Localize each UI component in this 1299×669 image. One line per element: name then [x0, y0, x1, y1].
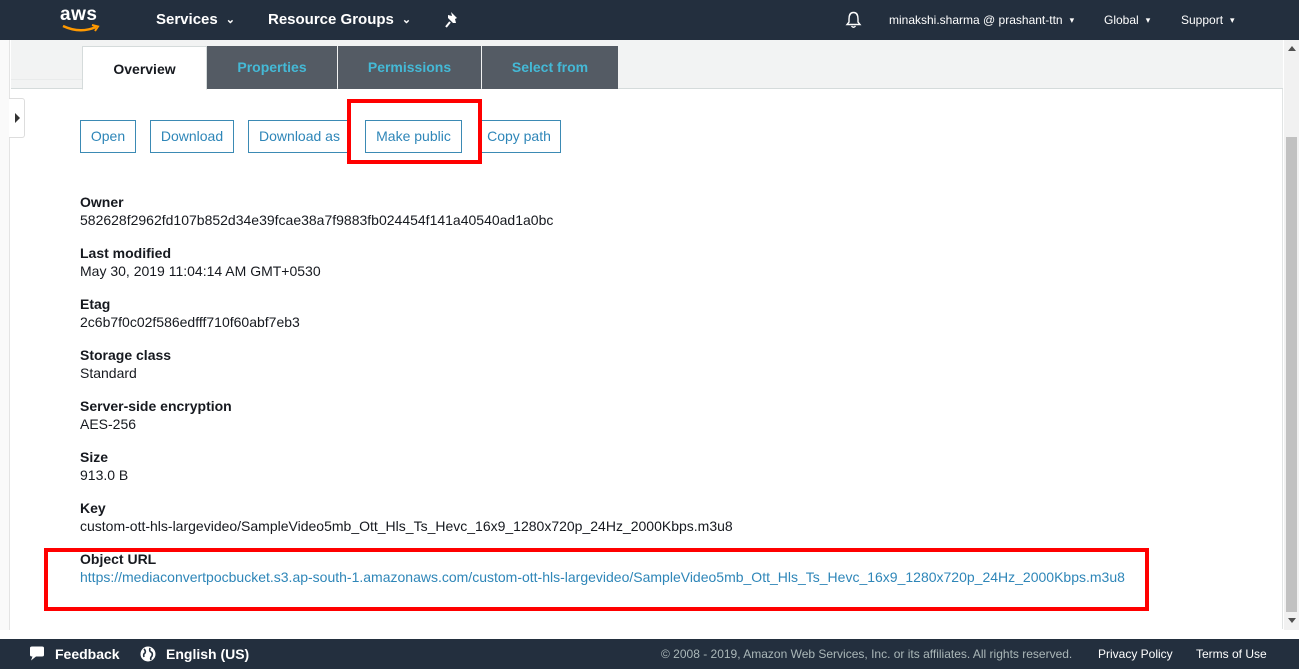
sidebar-expand-toggle[interactable]: [9, 98, 25, 138]
property-last-modified: Last modified May 30, 2019 11:04:14 AM G…: [80, 245, 321, 280]
object-tabs-bar: Overview Properties Permissions Select f…: [11, 40, 1283, 90]
property-label: Owner: [80, 194, 124, 210]
copy-path-button[interactable]: Copy path: [478, 120, 561, 153]
support-label: Support: [1181, 13, 1224, 27]
property-value: May 30, 2019 11:04:14 AM GMT+0530: [80, 263, 321, 279]
pin-icon[interactable]: [445, 11, 461, 29]
region-label: Global: [1104, 13, 1139, 27]
property-value: AES-256: [80, 416, 137, 432]
caret-down-icon: ▾: [1069, 15, 1075, 25]
resource-groups-menu[interactable]: Resource Groups ⌄: [268, 11, 411, 28]
account-label: minakshi.sharma @ prashant-ttn: [889, 13, 1063, 27]
scrollbar-thumb[interactable]: [1286, 137, 1297, 612]
account-menu[interactable]: minakshi.sharma @ prashant-ttn ▾: [889, 13, 1074, 27]
caret-down-icon: ▾: [1230, 15, 1235, 25]
annotation-highlight-make-public: [347, 99, 482, 164]
property-label: Storage class: [80, 347, 172, 363]
tab-overview[interactable]: Overview: [82, 46, 207, 90]
scroll-up-arrow-icon[interactable]: [1288, 46, 1296, 51]
property-etag: Etag 2c6b7f0c02f586edfff710f60abf7eb3: [80, 296, 300, 331]
property-storage-class: Storage class Standard: [80, 347, 171, 382]
services-menu[interactable]: Services ⌄: [156, 11, 235, 28]
property-value: 2c6b7f0c02f586edfff710f60abf7eb3: [80, 314, 300, 330]
property-value: Standard: [80, 365, 137, 381]
globe-icon: [140, 646, 156, 662]
property-label: Size: [80, 449, 109, 465]
open-button[interactable]: Open: [80, 120, 136, 153]
content-divider: [1282, 89, 1283, 629]
property-size: Size 913.0 B: [80, 449, 128, 484]
resource-groups-label: Resource Groups: [268, 11, 394, 28]
aws-smile-icon: [62, 24, 100, 32]
aws-logo-text: aws: [60, 4, 98, 25]
property-label: Server-side encryption: [80, 398, 232, 414]
services-label: Services: [156, 11, 218, 28]
property-value: custom-ott-hls-largevideo/SampleVideo5mb…: [80, 518, 733, 534]
scroll-down-arrow-icon[interactable]: [1288, 618, 1296, 623]
property-key: Key custom-ott-hls-largevideo/SampleVide…: [80, 500, 733, 535]
top-navigation-bar: aws Services ⌄ Resource Groups ⌄ minakshi.…: [0, 0, 1299, 40]
caret-down-icon: ▾: [1145, 15, 1151, 25]
footer-bar: Feedback English (US) © 2008 - 2019, Ama…: [0, 639, 1299, 669]
vertical-scrollbar[interactable]: [1284, 40, 1299, 630]
download-button[interactable]: Download: [150, 120, 234, 153]
language-selector[interactable]: English (US): [166, 646, 249, 662]
bell-icon[interactable]: [845, 11, 862, 29]
privacy-policy-link[interactable]: Privacy Policy: [1098, 647, 1173, 661]
tab-select-from[interactable]: Select from: [482, 46, 618, 89]
property-owner: Owner 582628f2962fd107b852d34e39fcae38a7…: [80, 194, 553, 229]
chevron-down-icon: ⌄: [225, 14, 235, 26]
footer-spacer: [0, 630, 1299, 639]
terms-of-use-link[interactable]: Terms of Use: [1196, 647, 1267, 661]
support-menu[interactable]: Support ▾: [1181, 13, 1235, 27]
property-label: Key: [80, 500, 106, 516]
property-encryption: Server-side encryption AES-256: [80, 398, 232, 433]
aws-logo[interactable]: aws: [60, 4, 104, 34]
speech-bubble-icon: [30, 646, 44, 661]
copyright-text: © 2008 - 2019, Amazon Web Services, Inc.…: [661, 647, 1073, 661]
tab-permissions[interactable]: Permissions: [338, 46, 481, 89]
property-value: 582628f2962fd107b852d34e39fcae38a7f9883f…: [80, 212, 554, 228]
download-as-button[interactable]: Download as: [248, 120, 351, 153]
tab-properties[interactable]: Properties: [207, 46, 337, 89]
feedback-link[interactable]: Feedback: [55, 646, 120, 662]
region-menu[interactable]: Global ▾: [1104, 13, 1150, 27]
property-label: Last modified: [80, 245, 172, 261]
property-label: Etag: [80, 296, 111, 312]
chevron-down-icon: ⌄: [401, 14, 412, 26]
property-value: 913.0 B: [80, 467, 129, 483]
annotation-highlight-object-url: [44, 548, 1149, 611]
